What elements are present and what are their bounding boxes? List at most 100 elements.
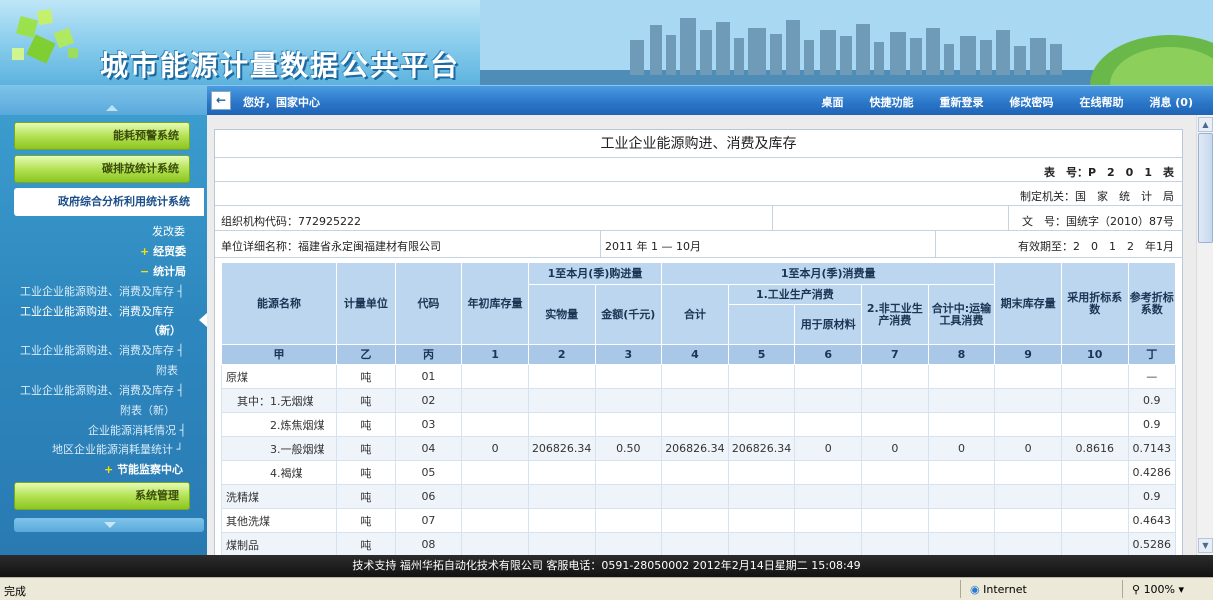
table-cell: 0: [927, 436, 996, 461]
table-cell: [1060, 508, 1129, 533]
sidebar-energy-warning-button[interactable]: 能耗预警系统: [14, 122, 190, 150]
table-cell: 05: [394, 460, 463, 485]
table-row: 4.褐煤吨 05 0.4286: [220, 460, 1177, 485]
table-cell: [1060, 484, 1129, 509]
sidebar-item-report-2-suffix[interactable]: （新）: [148, 322, 181, 338]
col-header-purchase: 1至本月(季)购进量: [527, 262, 663, 285]
energy-name-cell: 2.炼焦烟煤: [220, 412, 338, 437]
scrollbar-thumb[interactable]: [1198, 133, 1213, 243]
sidebar-item-report-3-suffix[interactable]: 附表: [156, 362, 178, 378]
back-arrow-icon[interactable]: ←: [211, 91, 231, 110]
nav-relogin-link[interactable]: 重新登录: [939, 94, 983, 110]
table-cell: [527, 532, 596, 555]
sidebar-item-fagaiwei[interactable]: 发改委: [152, 223, 185, 239]
table-cell: [661, 484, 729, 509]
platform-title: 城市能源计量数据公共平台: [100, 49, 461, 82]
table-cell: [1060, 388, 1129, 413]
table-cell: [861, 388, 929, 413]
authority-row: 制定机关：国 家 统 计 局: [215, 182, 1182, 206]
status-done: 完成: [4, 585, 26, 598]
sidebar-item-report-3[interactable]: 工业企业能源购进、消费及库存 ┤: [20, 342, 184, 358]
vertical-scrollbar[interactable]: ▲ ▼: [1196, 115, 1213, 555]
idx-cell: 丙: [394, 344, 463, 365]
table-cell: [661, 460, 729, 485]
table-cell: [594, 412, 663, 437]
table-cell: 08: [394, 532, 463, 555]
table-cell: 0.7143: [1127, 436, 1177, 461]
table-cell: 206826.34: [527, 436, 596, 461]
sidebar-scroll-down-icon[interactable]: [14, 518, 204, 532]
table-cell: 吨: [336, 508, 396, 533]
divider: [1008, 206, 1009, 231]
sidebar-item-jingmaowei[interactable]: + 经贸委: [140, 243, 186, 259]
table-cell: [994, 532, 1062, 555]
table-cell: 吨: [336, 532, 396, 555]
minus-icon: −: [140, 265, 150, 278]
left-sidebar: 能耗预警系统 碳排放统计系统 政府综合分析利用统计系统 发改委 + 经贸委 − …: [0, 85, 207, 555]
table-cell: [461, 412, 529, 437]
sidebar-scroll-up-icon[interactable]: [0, 85, 207, 115]
main-content: 工业企业能源购进、消费及库存 表 号：P 2 0 1 表 制定机关：国 家 统 …: [207, 115, 1213, 555]
table-cell: [927, 532, 996, 555]
sidebar-item-jieneng[interactable]: + 节能监察中心: [104, 461, 183, 477]
col-header-consume: 1至本月(季)消费量: [661, 262, 996, 285]
report-panel: 工业企业能源购进、消费及库存 表 号：P 2 0 1 表 制定机关：国 家 统 …: [214, 129, 1183, 555]
sidebar-carbon-stats-button[interactable]: 碳排放统计系统: [14, 155, 190, 183]
table-cell: [861, 484, 929, 509]
table-cell: [527, 412, 596, 437]
table-cell: [994, 412, 1062, 437]
table-cell: [927, 388, 996, 413]
nav-messages-link[interactable]: 消息 (0): [1149, 94, 1193, 110]
table-cell: 02: [394, 388, 463, 413]
table-cell: [794, 508, 862, 533]
nav-desktop-link[interactable]: 桌面: [821, 94, 843, 110]
sidebar-item-report-4[interactable]: 工业企业能源购进、消费及库存 ┤: [20, 382, 184, 398]
table-cell: 0: [794, 436, 862, 461]
energy-name-cell: 其他洗煤: [220, 508, 338, 533]
table-cell: [927, 364, 996, 389]
sidebar-item-energy-consumption[interactable]: 企业能源消耗情况 ┤: [88, 422, 186, 438]
table-cell: [727, 484, 796, 509]
table-cell: [661, 532, 729, 555]
nav-shortcuts-link[interactable]: 快捷功能: [869, 94, 913, 110]
col-header-code: 代码: [394, 262, 463, 345]
sidebar-item-report-1[interactable]: 工业企业能源购进、消费及库存 ┤: [20, 283, 184, 299]
table-cell: [527, 508, 596, 533]
table-cell: [927, 412, 996, 437]
table-cell: 04: [394, 436, 463, 461]
divider: [960, 580, 961, 598]
table-row: 原煤吨 01 —: [220, 364, 1177, 389]
nav-help-link[interactable]: 在线帮助: [1079, 94, 1123, 110]
energy-name-cell: 洗精煤: [220, 484, 338, 509]
idx-cell: 8: [927, 344, 996, 365]
divider: [772, 206, 773, 231]
org-code-row: 组织机构代码：772925222 文 号：国统字（2010）87号: [215, 206, 1182, 231]
table-cell: [861, 460, 929, 485]
sidebar-item-tongjiju[interactable]: − 统计局: [140, 263, 186, 279]
sidebar-item-report-2[interactable]: 工业企业能源购进、消费及库存: [20, 303, 174, 319]
energy-name-cell: 其中：1.无烟煤: [220, 388, 338, 413]
nav-change-password-link[interactable]: 修改密码: [1009, 94, 1053, 110]
table-cell: [1060, 460, 1129, 485]
table-cell: [861, 364, 929, 389]
table-cell: [927, 460, 996, 485]
unit-row: 单位详细名称：福建省永定闽福建材有限公司 2011 年 1 — 10月 有效期至…: [215, 231, 1182, 258]
sidebar-system-admin-button[interactable]: 系统管理: [14, 482, 190, 510]
idx-cell: 2: [527, 344, 596, 365]
table-cell: [527, 484, 596, 509]
scroll-down-arrow-icon[interactable]: ▼: [1198, 538, 1213, 553]
sidebar-gov-analysis-button[interactable]: 政府综合分析利用统计系统: [14, 188, 204, 216]
table-cell: [527, 388, 596, 413]
scroll-up-arrow-icon[interactable]: ▲: [1198, 117, 1213, 132]
col-header-amount: 金额(千元): [594, 284, 663, 345]
col-header-factor: 采用折标系数: [1060, 262, 1129, 345]
table-cell: [461, 460, 529, 485]
zoom-level[interactable]: ⚲ 100% ▾: [1132, 583, 1184, 596]
sidebar-item-regional-stats[interactable]: 地区企业能源消耗量统计 ┘: [52, 441, 183, 457]
table-cell: [727, 388, 796, 413]
table-cell: 206826.34: [661, 436, 729, 461]
table-cell: [727, 412, 796, 437]
sidebar-item-report-4-suffix[interactable]: 附表（新）: [120, 402, 175, 418]
table-cell: 206826.34: [727, 436, 796, 461]
divider: [1122, 580, 1123, 598]
